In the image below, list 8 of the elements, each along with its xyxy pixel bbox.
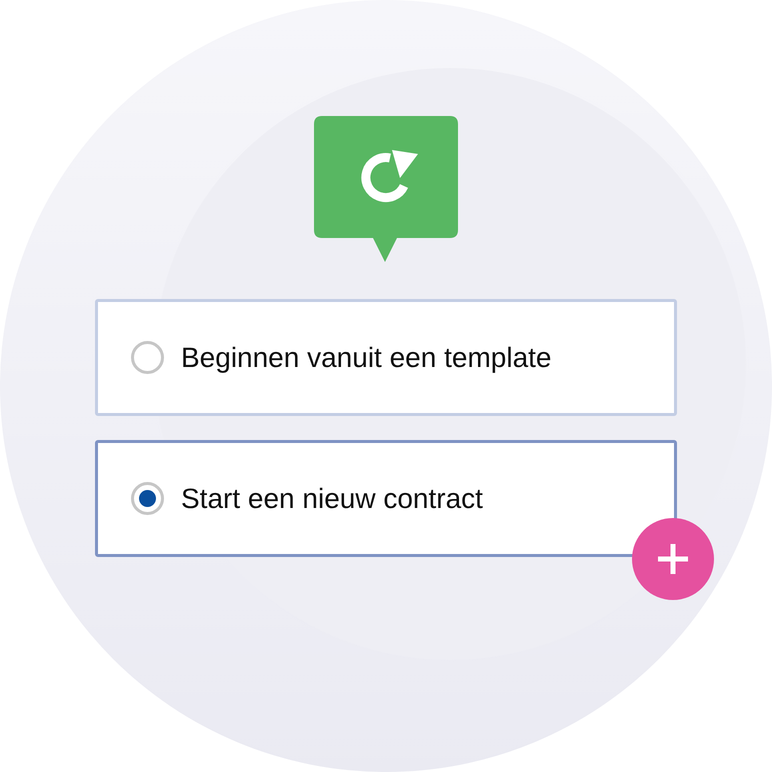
option-card[interactable]: Beginnen vanuit een template <box>95 299 677 416</box>
option-label: Beginnen vanuit een template <box>181 342 552 374</box>
radio-button[interactable] <box>131 341 164 374</box>
option-label: Start een nieuw contract <box>181 482 483 514</box>
option-card[interactable]: Start een nieuw contract <box>95 440 677 557</box>
radio-button[interactable] <box>131 482 164 515</box>
refresh-bubble-icon <box>314 116 458 262</box>
plus-icon <box>656 542 690 576</box>
